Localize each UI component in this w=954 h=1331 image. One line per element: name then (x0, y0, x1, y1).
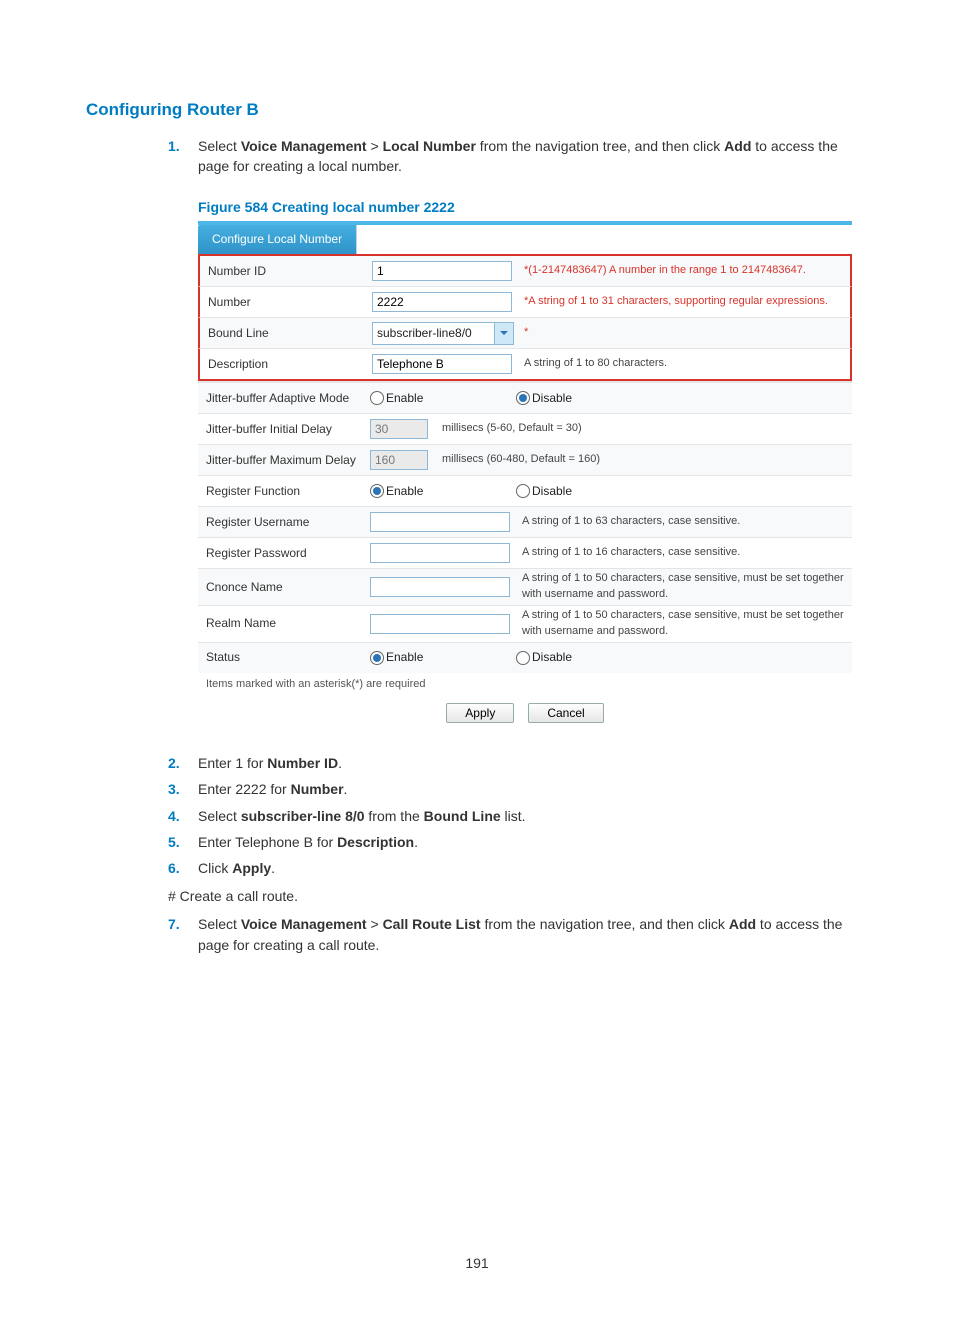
text: from the navigation tree, and then click (476, 138, 724, 154)
help-number: *A string of 1 to 31 characters, support… (518, 294, 842, 310)
help-number-id: *(1-2147483647) A number in the range 1 … (518, 263, 842, 279)
text-bold: Voice Management (241, 916, 367, 932)
step-5: Enter Telephone B for Description. (198, 832, 868, 852)
label-status: Status (206, 649, 370, 666)
label-jitter-initial: Jitter-buffer Initial Delay (206, 421, 370, 438)
cnonce-name-input[interactable] (370, 577, 510, 597)
label-register-password: Register Password (206, 545, 370, 562)
label-realm-name: Realm Name (206, 615, 370, 632)
text-bold: Voice Management (241, 138, 367, 154)
step-4: Select subscriber-line 8/0 from the Boun… (198, 806, 868, 826)
jitter-adaptive-enable-radio[interactable]: Enable (370, 390, 423, 407)
help-bound-line: * (518, 325, 842, 341)
text-bold: Number (291, 781, 344, 797)
text: > (367, 138, 383, 154)
label-jitter-max: Jitter-buffer Maximum Delay (206, 452, 370, 469)
text: . (344, 781, 348, 797)
register-username-input[interactable] (370, 512, 510, 532)
apply-button[interactable]: Apply (446, 703, 514, 723)
step-3: Enter 2222 for Number. (198, 779, 868, 799)
text: list. (501, 808, 526, 824)
radio-label: Enable (386, 390, 423, 407)
text-bold: Call Route List (383, 916, 481, 932)
text: > (367, 916, 383, 932)
text: from the navigation tree, and then click (481, 916, 729, 932)
text: Select (198, 808, 241, 824)
description-input[interactable] (372, 354, 512, 374)
radio-label: Disable (532, 483, 572, 500)
number-input[interactable] (372, 292, 512, 312)
radio-label: Enable (386, 483, 423, 500)
help-register-password: A string of 1 to 16 characters, case sen… (516, 545, 844, 561)
status-enable-radio[interactable]: Enable (370, 649, 423, 666)
cancel-button[interactable]: Cancel (528, 703, 603, 723)
text: Click (198, 860, 232, 876)
hash-note: # Create a call route. (168, 888, 868, 904)
help-realm-name: A string of 1 to 50 characters, case sen… (516, 608, 844, 640)
bound-line-value: subscriber-line8/0 (373, 323, 494, 344)
tab-configure-local-number[interactable]: Configure Local Number (198, 225, 357, 254)
step-7: Select Voice Management > Call Route Lis… (198, 914, 868, 955)
text: . (414, 834, 418, 850)
step-1: Select Voice Management > Local Number f… (198, 136, 868, 733)
required-note: Items marked with an asterisk(*) are req… (198, 673, 852, 693)
label-register-function: Register Function (206, 483, 370, 500)
label-bound-line: Bound Line (208, 325, 372, 342)
label-number: Number (208, 294, 372, 311)
text: Select (198, 916, 241, 932)
jitter-initial-input (370, 419, 428, 439)
jitter-max-input (370, 450, 428, 470)
step-6: Click Apply. (198, 858, 868, 878)
text-bold: subscriber-line 8/0 (241, 808, 365, 824)
radio-label: Enable (386, 649, 423, 666)
text-bold: Bound Line (424, 808, 501, 824)
text-bold: Apply (232, 860, 271, 876)
label-description: Description (208, 356, 372, 373)
page-number: 191 (86, 1255, 868, 1271)
help-register-username: A string of 1 to 63 characters, case sen… (516, 514, 844, 530)
chevron-down-icon (494, 323, 513, 344)
unit-jitter-initial: millisecs (5-60, Default = 30) (436, 421, 582, 437)
text: . (338, 755, 342, 771)
register-function-enable-radio[interactable]: Enable (370, 483, 423, 500)
text: . (271, 860, 275, 876)
text: Enter 1 for (198, 755, 267, 771)
help-description: A string of 1 to 80 characters. (518, 356, 842, 372)
section-title: Configuring Router B (86, 100, 868, 120)
jitter-adaptive-disable-radio[interactable]: Disable (516, 390, 572, 407)
text-bold: Add (724, 138, 751, 154)
radio-label: Disable (532, 649, 572, 666)
bound-line-select[interactable]: subscriber-line8/0 (372, 322, 514, 345)
text-bold: Number ID (267, 755, 338, 771)
status-disable-radio[interactable]: Disable (516, 649, 572, 666)
step-2: Enter 1 for Number ID. (198, 753, 868, 773)
text-bold: Add (729, 916, 756, 932)
label-jitter-adaptive: Jitter-buffer Adaptive Mode (206, 390, 370, 407)
figure-caption: Figure 584 Creating local number 2222 (198, 197, 868, 217)
realm-name-input[interactable] (370, 614, 510, 634)
register-password-input[interactable] (370, 543, 510, 563)
text: Select (198, 138, 241, 154)
register-function-disable-radio[interactable]: Disable (516, 483, 572, 500)
label-cnonce-name: Cnonce Name (206, 579, 370, 596)
form-screenshot: Configure Local Number Number ID *(1-214… (198, 221, 852, 733)
unit-jitter-max: millisecs (60-480, Default = 160) (436, 452, 600, 468)
label-number-id: Number ID (208, 263, 372, 280)
label-register-username: Register Username (206, 514, 370, 531)
text-bold: Local Number (383, 138, 476, 154)
text: Enter Telephone B for (198, 834, 337, 850)
text: from the (365, 808, 424, 824)
text: Enter 2222 for (198, 781, 291, 797)
radio-label: Disable (532, 390, 572, 407)
help-cnonce-name: A string of 1 to 50 characters, case sen… (516, 571, 844, 603)
text-bold: Description (337, 834, 414, 850)
number-id-input[interactable] (372, 261, 512, 281)
